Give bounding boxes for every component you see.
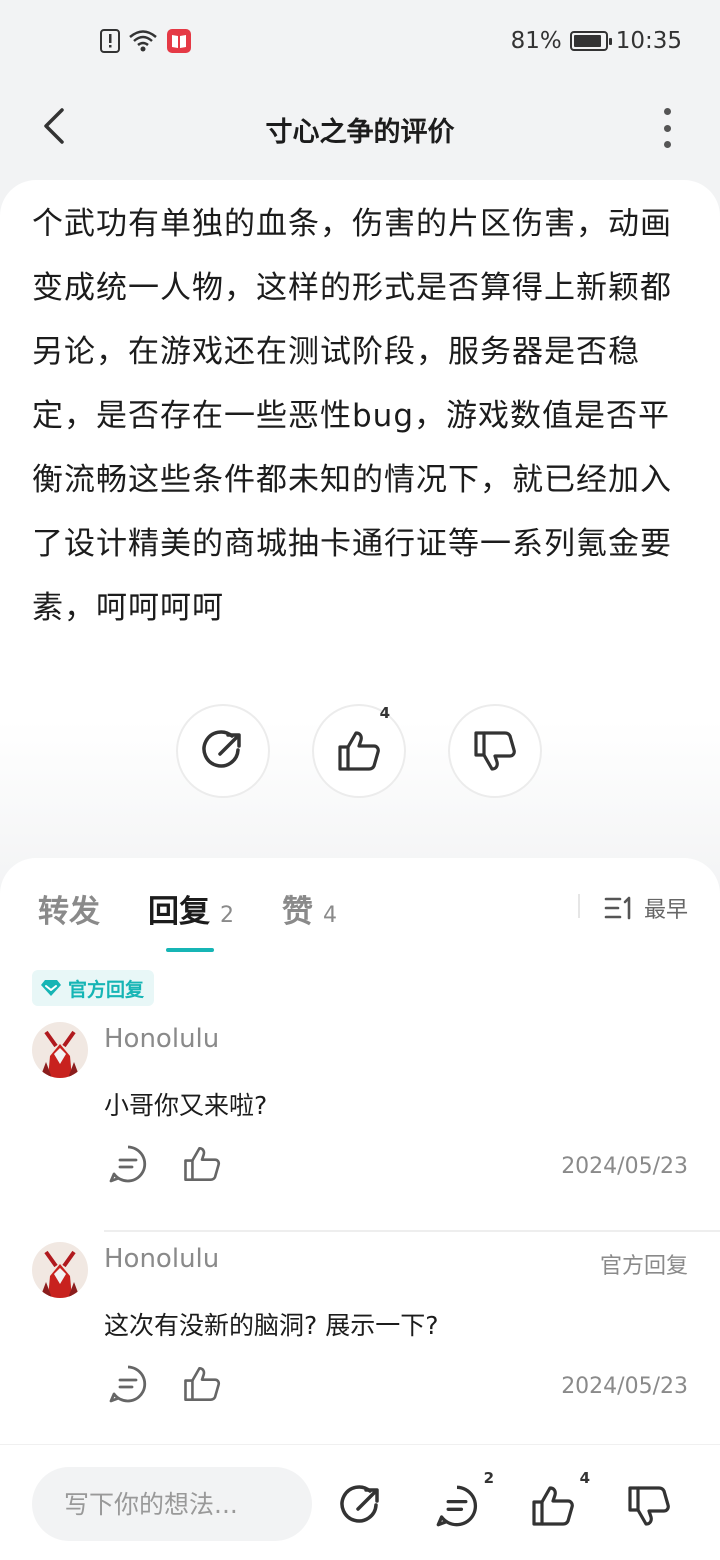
thumbs-up-icon[interactable] (182, 1364, 222, 1404)
sort-button[interactable]: 最早 (604, 892, 688, 924)
reply-username[interactable]: Honolulu (104, 1244, 219, 1274)
wifi-icon (128, 29, 158, 53)
comment-icon[interactable] (108, 1144, 148, 1184)
reply-date: 2024/05/23 (561, 1154, 688, 1179)
share-button[interactable] (176, 704, 270, 798)
reply-item: Honolulu 小哥你又来啦? 2024/05/23 (0, 1012, 720, 1232)
tab-count: 2 (220, 903, 234, 928)
reply-text: 这次有没新的脑洞? 展示一下? (104, 1311, 439, 1340)
comment-count: 2 (483, 1469, 494, 1487)
page-title: 寸心之争的评价 (265, 117, 455, 148)
alert-icon (100, 29, 120, 53)
thumbs-up-icon (530, 1484, 576, 1528)
reply-item: Honolulu 官方回复 这次有没新的脑洞? 展示一下? 2024/05/23 (0, 1232, 720, 1448)
comment-input[interactable] (32, 1467, 312, 1541)
thumbs-down-icon (626, 1484, 672, 1528)
review-card: 个武功有单独的血条，伤害的片区伤害，动画变成统一人物，这样的形式是否算得上新颖都… (0, 180, 720, 900)
replies-panel: 转发 回复 2 赞 4 最早 官方回复 Honolulu 小哥你又来啦? 202… (0, 858, 720, 1448)
reply-date: 2024/05/23 (561, 1374, 688, 1399)
thumbs-up-icon[interactable] (182, 1144, 222, 1184)
tab-label: 转发 (38, 894, 100, 930)
thumbs-down-icon (472, 729, 518, 773)
avatar[interactable] (32, 1242, 88, 1298)
share-button[interactable] (334, 1479, 388, 1533)
like-button[interactable]: 4 (312, 704, 406, 798)
tab-label: 赞 (282, 894, 313, 930)
status-right: 81% 10:35 (511, 28, 682, 54)
more-vertical-icon[interactable] (660, 108, 674, 148)
clock: 10:35 (615, 28, 682, 54)
official-reply-label: 官方回复 (599, 1254, 688, 1279)
avatar[interactable] (32, 1022, 88, 1078)
battery-icon (569, 31, 612, 51)
tab-active-indicator (166, 948, 214, 952)
share-icon (340, 1485, 382, 1527)
bottom-bar: 2 4 (0, 1444, 720, 1560)
nav-bar: 寸心之争的评价 (0, 84, 720, 174)
notification-icons (100, 28, 192, 54)
tab-count: 4 (323, 903, 337, 928)
reply-actions (108, 1144, 222, 1184)
book-app-icon (166, 28, 192, 54)
diamond-icon (40, 979, 62, 997)
tab-label: 回复 (148, 894, 210, 930)
reply-tabs: 转发 回复 2 赞 4 (38, 886, 385, 952)
sort-icon (604, 896, 634, 920)
comment-icon[interactable] (108, 1364, 148, 1404)
share-icon (202, 730, 244, 772)
sort-label: 最早 (643, 898, 688, 923)
like-count: 4 (379, 704, 390, 722)
tab-replies[interactable]: 回复 2 (148, 886, 234, 952)
review-text: 个武功有单独的血条，伤害的片区伤害，动画变成统一人物，这样的形式是否算得上新颖都… (32, 206, 672, 626)
like-count: 4 (579, 1469, 590, 1487)
tab-forward[interactable]: 转发 (38, 886, 100, 931)
tab-likes[interactable]: 赞 4 (282, 886, 337, 931)
reply-username[interactable]: Honolulu (104, 1024, 219, 1054)
comment-icon (435, 1484, 479, 1528)
dislike-button[interactable] (622, 1479, 676, 1533)
divider (578, 894, 580, 918)
reply-actions (108, 1364, 222, 1404)
battery-percent: 81% (510, 28, 562, 54)
official-reply-badge: 官方回复 (32, 970, 155, 1006)
comment-button[interactable]: 2 (430, 1469, 494, 1533)
dislike-button[interactable] (448, 704, 542, 798)
review-actions: 4 (176, 704, 542, 798)
like-button[interactable]: 4 (526, 1469, 590, 1533)
status-bar: 81% 10:35 (0, 0, 720, 84)
thumbs-up-icon (336, 729, 382, 773)
official-reply-label: 官方回复 (68, 978, 145, 1001)
reply-text: 小哥你又来啦? (104, 1091, 268, 1120)
